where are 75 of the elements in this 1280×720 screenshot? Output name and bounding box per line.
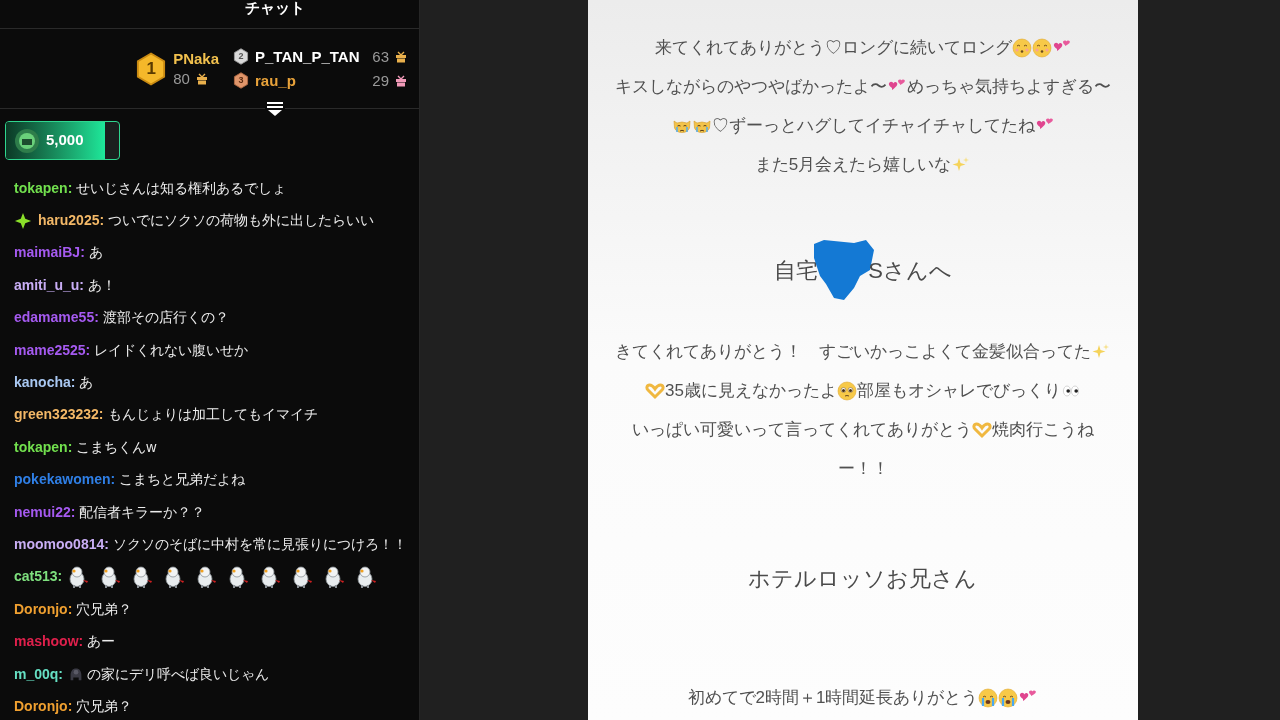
chat-username[interactable]: haru2025: [38,210,105,232]
chat-username[interactable]: nemui22: [14,501,76,523]
chat-message: こまちと兄弟だよね [119,470,246,490]
rank-badge: 1 [135,51,168,86]
chat-username[interactable]: mashoow: [14,631,84,653]
letter-text: 35歳に見えなかったよ [665,379,837,402]
chat-username[interactable]: Doronjo: [14,598,73,620]
chat-username[interactable]: tokapen: [14,177,73,199]
chat-message: ついでにソクソの荷物も外に出したらいい [108,211,375,231]
chat-message: 配信者キラーか？？ [79,502,206,522]
letter-heading: 自宅 [774,256,819,285]
leaderboard-user[interactable]: P_TAN_P_TAN [255,47,360,66]
letter-text: 来てくれてありがとう♡ロングに続いてロング [654,36,1012,59]
chat-message: 渡部その店行くの？ [102,308,229,328]
chat-message: ソクソのそばに中村を常に見張りにつけろ！！ [112,535,407,554]
letter-text: 初めてで2時間＋1時間延長ありがとう [687,686,979,709]
chat-message: 穴兄弟？ [76,599,133,619]
gift-count: 80 [173,69,190,88]
kissing-face-icon [1031,37,1052,58]
letter-text: ♡ずーっとハグしてイチャイチャしてたね [711,114,1035,137]
letter-heading: ホテルロッソお兄さん [748,564,978,593]
mascot-emote-icon [258,564,283,589]
letter-text: めっちゃ気持ちよすぎる〜 [907,75,1111,98]
points-value: 5,000 [46,130,84,151]
letter-text: また5月会えたら嬉しいな [754,153,952,176]
letter-text: 部屋もオシャレでびっくり [856,379,1061,402]
chat-username[interactable]: m_00q: [14,663,64,685]
chat-username[interactable]: Doronjo: [14,695,73,717]
chat-username[interactable]: pokekawomen: [14,469,116,491]
chat-message: の家にデリ呼べば良いじゃん [87,664,270,684]
mascot-emote-icon [354,564,379,589]
chat-message: 穴兄弟？ [76,696,133,716]
chat-title: チャット [244,0,305,16]
chat-message: せいじさんは知る権利あるでしょ [76,178,287,198]
pleading-face-icon [836,380,857,401]
mascot-emote-icon [322,564,347,589]
chat-username[interactable]: tokapen: [14,436,73,458]
chat-username[interactable]: kanocha: [14,372,76,394]
leaderboard-user[interactable]: PNaka [173,49,219,68]
letter-text: ー！！ [837,457,889,480]
mascot-emote-icon [194,564,219,589]
mascot-emote-icon [162,564,187,589]
chat-username[interactable]: amiti_u_u: [14,274,84,296]
letter-text: キスしながらのやつやばかったよ〜 [615,75,887,98]
chat-message: こまちくんw [76,437,157,457]
chat-message: あ [79,373,94,393]
chat-message: あー [87,632,116,652]
chat-username[interactable]: maimaiBJ: [14,242,85,264]
chat-username[interactable]: moomoo0814: [14,534,109,555]
sparkle-badge-icon [14,211,32,230]
chat-message: もんじょりは加工してもイマイチ [107,405,318,425]
gift-count: 63 [372,47,389,66]
chat-username[interactable]: edamame55: [14,307,99,329]
rank-badge: 3 [233,72,249,89]
letter-heading: Sさんへ [868,256,952,285]
chat-message: レイドくれない腹いせか [94,340,249,360]
chat-username[interactable]: cat513: [14,566,63,588]
chat-username[interactable]: green323232: [14,404,104,426]
letter-text: 焼肉行こうね [992,418,1094,441]
letter-text: いっぱい可愛いって言ってくれてありがとう [632,418,972,441]
kissing-face-icon [1011,37,1032,58]
chat-username[interactable]: mame2525: [14,339,91,361]
chat-message: あ [88,243,103,263]
mascot-emote-icon [290,564,315,589]
leaderboard-user[interactable]: rau_p [255,71,296,90]
mascot-emote-icon [130,564,155,589]
gift-count: 29 [372,71,389,90]
mascot-emote-icon [66,564,91,589]
rank-badge: 2 [233,48,249,65]
crying-face-icon [978,687,999,708]
letter-text: きてくれてありがとう！ すごいかっこよくて金髪似合ってた [615,340,1091,363]
chat-message: あ！ [88,275,116,295]
mascot-emote-icon [226,564,251,589]
mascot-emote-icon [98,564,123,589]
crying-face-icon [998,687,1019,708]
